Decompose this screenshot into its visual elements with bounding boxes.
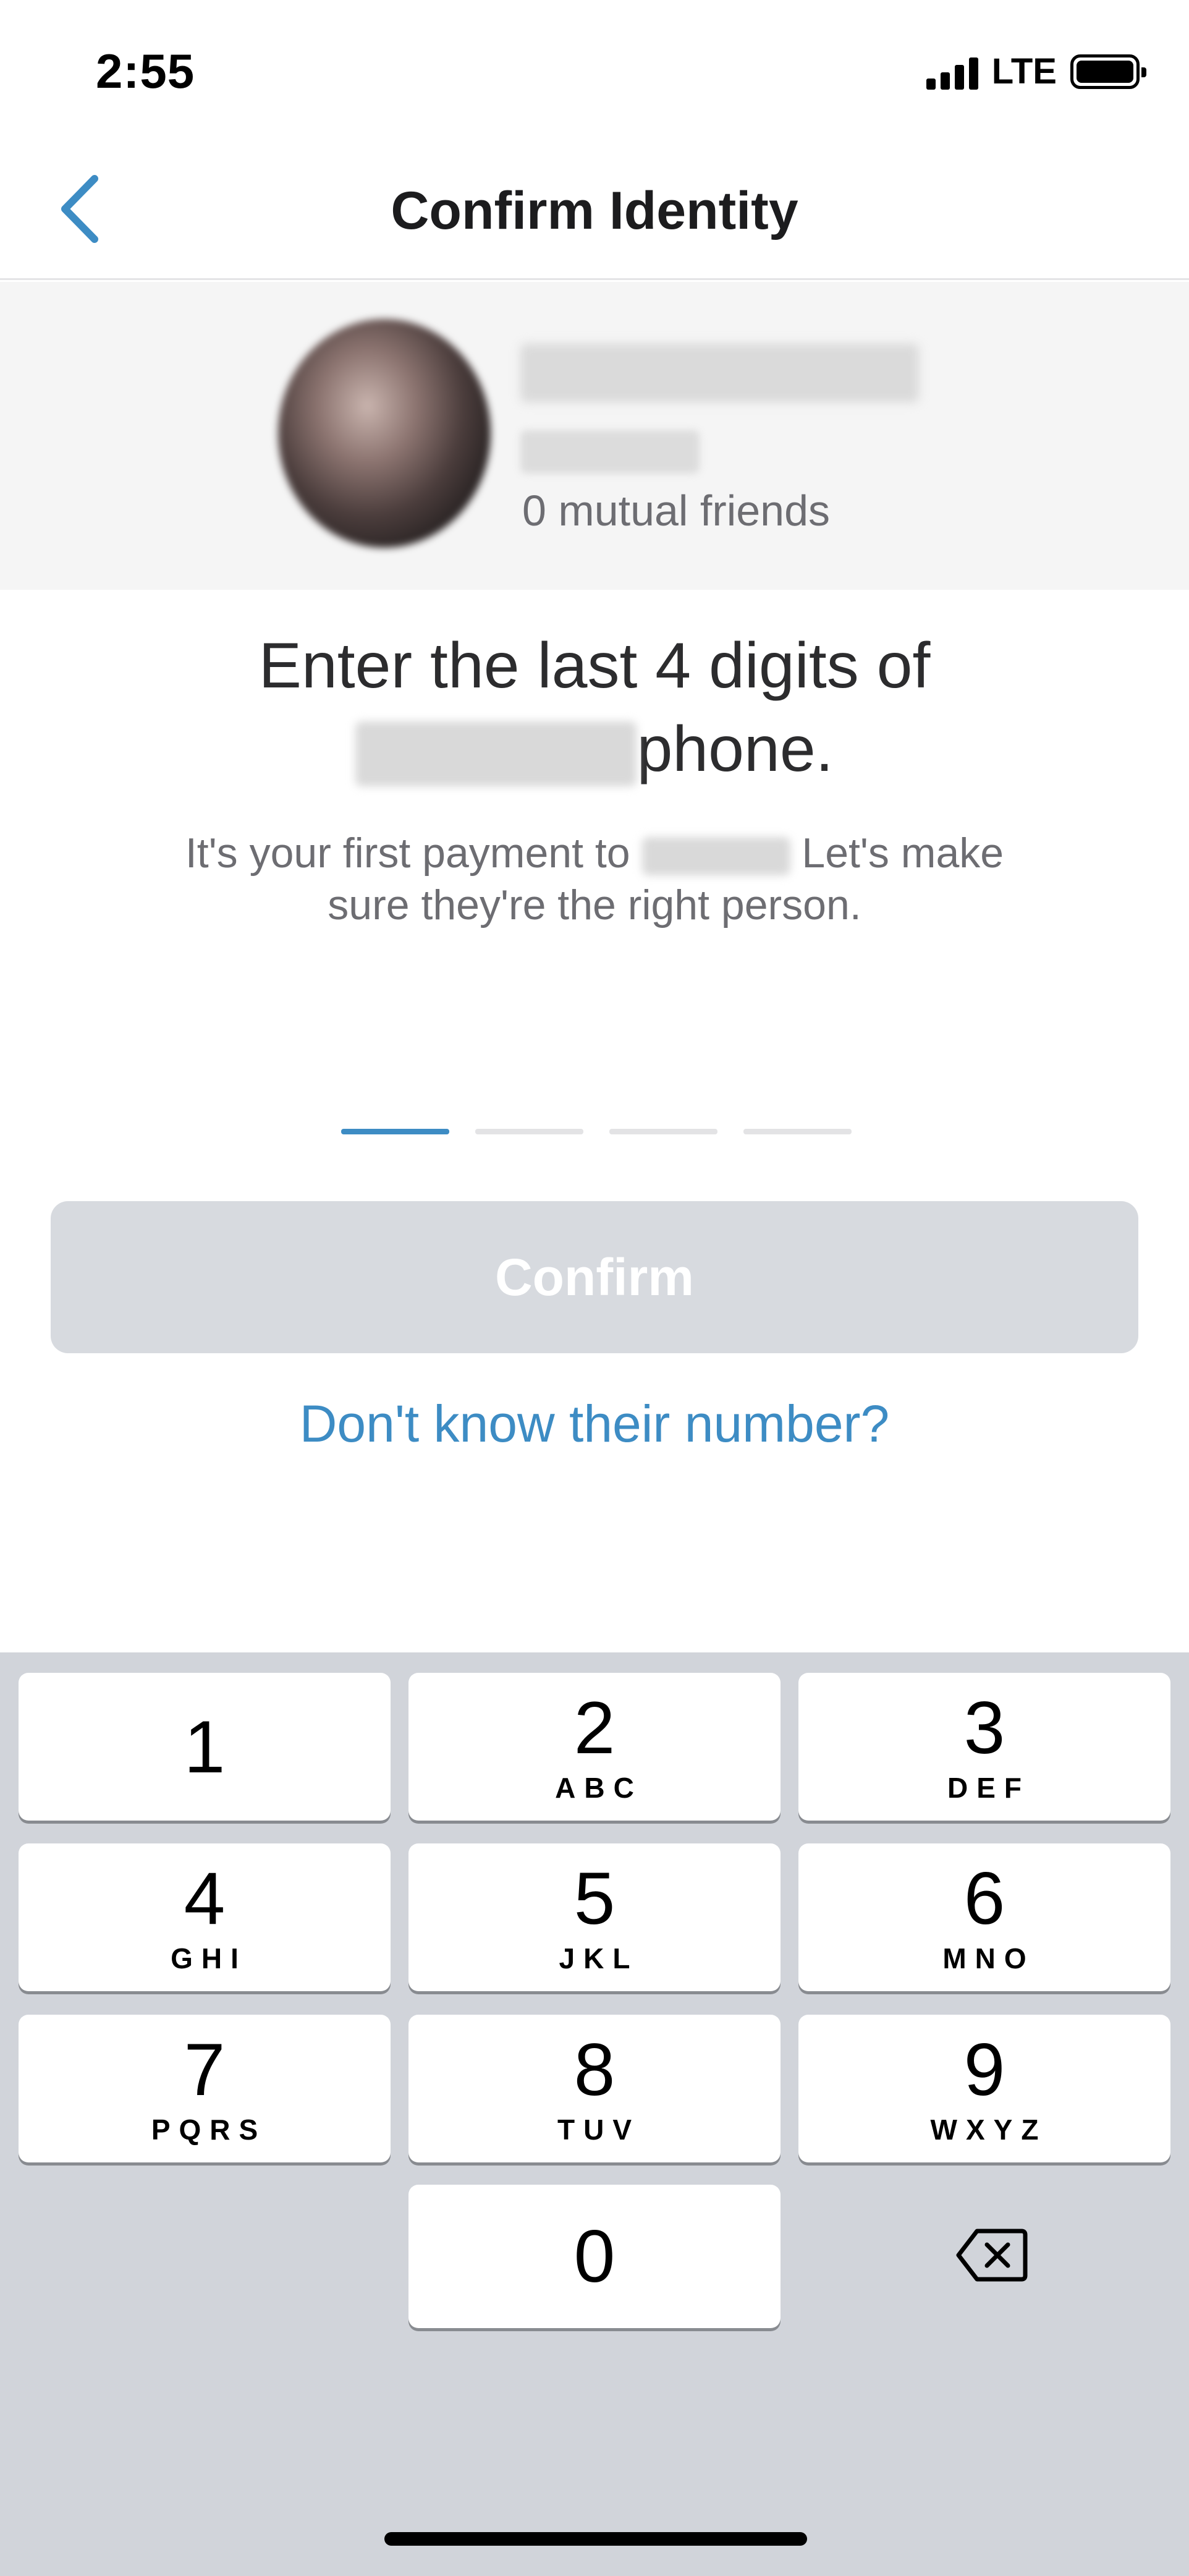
key-digit: 1 [184, 1705, 226, 1788]
prompt-subtext-line2: sure they're the right person. [328, 882, 861, 929]
key-0[interactable]: 0 [408, 2185, 781, 2328]
key-digit: 4 [184, 1856, 226, 1940]
key-letters: JKL [559, 1942, 639, 1975]
subtext-prefix: It's your first payment to [185, 830, 630, 877]
prompt-subtext-line1: It's your first payment to Let's make [0, 827, 1189, 879]
recipient-card: 0 mutual friends [0, 282, 1189, 590]
key-digit: 2 [573, 1686, 616, 1769]
key-3[interactable]: 3 DEF [798, 1673, 1170, 1821]
key-digit: 5 [573, 1856, 616, 1940]
recipient-handle-redacted [520, 430, 700, 474]
key-digit: 3 [963, 1686, 1005, 1769]
recipient-firstname-redacted [641, 837, 790, 876]
nav-bar: Confirm Identity [0, 142, 1189, 280]
prompt-heading: Enter the last 4 digits of [0, 624, 1189, 708]
subtext-suffix: Let's make [802, 830, 1004, 877]
key-digit: 8 [573, 2028, 616, 2111]
prompt-heading-line1: Enter the last 4 digits of [258, 630, 931, 702]
key-9[interactable]: 9 WXYZ [798, 2015, 1170, 2162]
recipient-name-redacted [520, 344, 919, 402]
mutual-friends-count: 0 mutual friends [522, 487, 831, 535]
key-letters: WXYZ [930, 2113, 1047, 2146]
recipient-name-redacted-inline [355, 721, 637, 787]
prompt-heading-suffix: phone. [637, 713, 834, 785]
confirm-button[interactable]: Confirm [51, 1201, 1138, 1353]
pin-digit-slot [743, 1129, 852, 1134]
key-letters: DEF [947, 1771, 1030, 1804]
pin-digit-slot [609, 1129, 717, 1134]
backspace-icon [956, 2229, 1028, 2282]
key-digit: 7 [184, 2028, 226, 2111]
page-title: Confirm Identity [391, 181, 798, 240]
key-letters: PQRS [151, 2113, 267, 2146]
key-5[interactable]: 5 JKL [408, 1843, 781, 1991]
status-bar: 2:55 LTE [0, 0, 1189, 142]
key-8[interactable]: 8 TUV [408, 2015, 781, 2162]
home-indicator[interactable] [384, 2532, 807, 2546]
key-letters: TUV [557, 2113, 640, 2146]
key-digit: 0 [573, 2215, 616, 2298]
dont-know-number-link[interactable]: Don't know their number? [0, 1394, 1189, 1454]
key-7[interactable]: 7 PQRS [19, 2015, 391, 2162]
prompt-heading-line2: phone. [0, 708, 1189, 791]
signal-icon [926, 54, 978, 90]
key-letters: GHI [171, 1942, 247, 1975]
battery-icon [1070, 54, 1146, 89]
status-time: 2:55 [96, 44, 195, 98]
key-letters: ABC [555, 1771, 643, 1804]
key-2[interactable]: 2 ABC [408, 1673, 781, 1821]
avatar [278, 319, 491, 548]
status-indicators: LTE [926, 51, 1146, 92]
key-digit: 9 [963, 2028, 1005, 2111]
pin-digit-slot [341, 1129, 449, 1134]
key-6[interactable]: 6 MNO [798, 1843, 1170, 1991]
network-label: LTE [991, 51, 1057, 91]
backspace-key[interactable] [952, 2215, 1032, 2295]
pin-digit-slot [475, 1129, 583, 1134]
key-digit: 6 [963, 1856, 1005, 1940]
key-4[interactable]: 4 GHI [19, 1843, 391, 1991]
key-letters: MNO [942, 1942, 1035, 1975]
pin-input[interactable] [341, 1129, 852, 1134]
key-1[interactable]: 1 [19, 1673, 391, 1821]
